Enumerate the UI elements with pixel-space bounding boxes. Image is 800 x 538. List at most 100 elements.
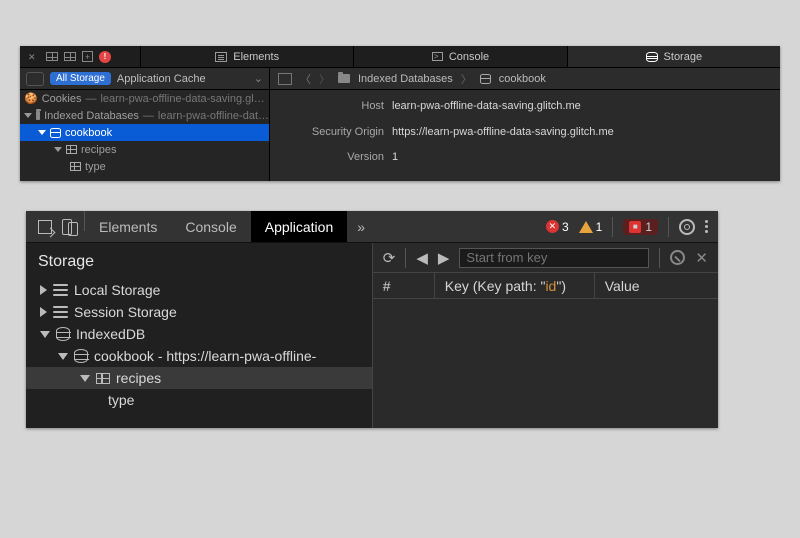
tree-indexeddb-label: IndexedDB (76, 326, 145, 342)
table-icon (96, 373, 110, 384)
tree-local-storage[interactable]: Local Storage (26, 279, 372, 301)
chrome-sidebar: Storage Local Storage Session Storage In… (26, 243, 373, 428)
column-key[interactable]: Key (Key path: "id") (435, 273, 595, 298)
prev-page-icon[interactable]: ◀ (416, 249, 428, 267)
chevron-down-icon (58, 353, 68, 360)
device-toolbar-icon[interactable] (62, 219, 72, 235)
table-icon (70, 162, 81, 171)
refresh-icon[interactable]: ⟳ (383, 249, 396, 267)
tab-console[interactable]: Console (353, 46, 566, 67)
column-index[interactable]: # (373, 273, 435, 298)
crumb-db[interactable]: cookbook (499, 73, 546, 85)
tree-store-recipes[interactable]: recipes (26, 367, 372, 389)
chevron-right-icon (40, 285, 47, 295)
more-tabs-icon[interactable]: » (347, 211, 375, 242)
dock-side-icon[interactable] (46, 52, 58, 61)
tree-session-storage[interactable]: Session Storage (26, 301, 372, 323)
tab-application[interactable]: Application (251, 211, 348, 242)
dock-bottom-icon[interactable] (64, 52, 76, 61)
issues-count: 1 (645, 220, 652, 234)
start-from-key-input[interactable] (459, 248, 649, 268)
tree-index-type[interactable]: type (20, 158, 269, 175)
column-key-label-pre: Key (Key path: " (445, 278, 546, 294)
crumb-back-icon[interactable]: 〈 (300, 71, 311, 87)
divider (668, 217, 669, 237)
storage-icon (53, 306, 68, 318)
storage-icon (646, 52, 658, 62)
toggle-sidebar-icon[interactable] (26, 72, 44, 86)
console-icon (432, 52, 443, 61)
safari-devtools-panel: Elements Console Storage All Storage App… (20, 46, 780, 181)
tree-cookies-origin: learn-pwa-offline-data-saving.gl… (100, 93, 264, 105)
divider (659, 248, 660, 268)
safari-filter-bar: All Storage Application Cache ⌄ (20, 68, 269, 90)
tab-storage-label: Storage (664, 51, 703, 63)
divider (612, 217, 613, 237)
tree-idb-label: Indexed Databases (44, 110, 139, 122)
tree-local-storage-label: Local Storage (74, 282, 160, 298)
toggle-details-icon[interactable] (278, 73, 292, 85)
tree-indexeddb[interactable]: IndexedDB (26, 323, 372, 345)
cookie-icon: 🍪 (24, 92, 38, 105)
safari-sidebar: All Storage Application Cache ⌄ 🍪 Cookie… (20, 68, 270, 181)
crumb-fwd-icon[interactable]: 〉 (319, 71, 330, 87)
prop-version-key: Version (284, 151, 384, 171)
tree-db-label: cookbook (65, 127, 112, 139)
column-value[interactable]: Value (595, 273, 718, 298)
tree-store-recipes[interactable]: recipes (20, 141, 269, 158)
tab-console-label: Console (185, 219, 236, 235)
database-icon (50, 128, 61, 138)
tab-application-label: Application (265, 219, 334, 235)
tree-session-storage-label: Session Storage (74, 304, 177, 320)
filter-all-storage[interactable]: All Storage (50, 72, 111, 85)
storage-icon (53, 284, 68, 296)
tree-index-type[interactable]: type (26, 389, 372, 411)
chevron-down-icon (40, 331, 50, 338)
delete-selected-icon[interactable]: ✕ (695, 249, 708, 267)
prop-host-key: Host (284, 100, 384, 120)
safari-window-controls (20, 46, 140, 67)
tree-cookies-label: Cookies (42, 93, 82, 105)
chrome-table-header: # Key (Key path: "id") Value (373, 273, 718, 299)
chrome-data-toolbar: ⟳ ◀ ▶ ✕ (373, 243, 718, 273)
tree-db-cookbook[interactable]: cookbook (20, 124, 269, 141)
safari-tabbar: Elements Console Storage (20, 46, 780, 68)
sidebar-heading-storage: Storage (26, 249, 372, 279)
close-icon[interactable] (28, 51, 40, 63)
elements-icon (215, 52, 227, 62)
chrome-tabbar: Elements Console Application » ✕3 1 ■1 (26, 211, 718, 243)
error-badge[interactable]: ✕3 (546, 220, 569, 234)
error-indicator-icon[interactable] (99, 51, 111, 63)
error-count: 3 (562, 220, 569, 234)
tab-console[interactable]: Console (171, 211, 250, 242)
new-tab-icon[interactable] (82, 51, 93, 62)
filter-app-cache[interactable]: Application Cache (117, 73, 206, 85)
inspect-element-icon[interactable] (38, 220, 52, 234)
prop-origin-key: Security Origin (284, 126, 384, 146)
database-icon (74, 349, 88, 363)
issue-icon: ■ (629, 221, 641, 233)
safari-db-properties: Host learn-pwa-offline-data-saving.glitc… (270, 90, 780, 181)
folder-icon (338, 74, 350, 83)
tree-cookies[interactable]: 🍪 Cookies — learn-pwa-offline-data-savin… (20, 90, 269, 107)
crumb-section[interactable]: Indexed Databases (358, 73, 453, 85)
prop-host-value: learn-pwa-offline-data-saving.glitch.me (392, 100, 766, 120)
settings-icon[interactable] (679, 219, 695, 235)
issues-badge[interactable]: ■1 (623, 219, 658, 235)
next-page-icon[interactable]: ▶ (438, 249, 450, 267)
clear-store-icon[interactable] (670, 250, 685, 265)
kebab-menu-icon[interactable] (705, 220, 708, 233)
filter-chevron-icon[interactable]: ⌄ (254, 72, 263, 85)
warning-badge[interactable]: 1 (579, 217, 603, 236)
tab-elements[interactable]: Elements (140, 46, 353, 67)
tab-elements[interactable]: Elements (85, 211, 171, 242)
tree-db-label: cookbook - https://learn-pwa-offline- (94, 348, 316, 364)
tree-db-cookbook[interactable]: cookbook - https://learn-pwa-offline- (26, 345, 372, 367)
warning-icon (579, 214, 593, 233)
safari-storage-tree: 🍪 Cookies — learn-pwa-offline-data-savin… (20, 90, 269, 181)
chevron-right-icon (40, 307, 47, 317)
tree-idb-origin: learn-pwa-offline-dat… (158, 110, 269, 122)
tree-indexed-databases[interactable]: Indexed Databases — learn-pwa-offline-da… (20, 107, 269, 124)
database-icon (480, 74, 491, 84)
tab-storage[interactable]: Storage (567, 46, 780, 67)
